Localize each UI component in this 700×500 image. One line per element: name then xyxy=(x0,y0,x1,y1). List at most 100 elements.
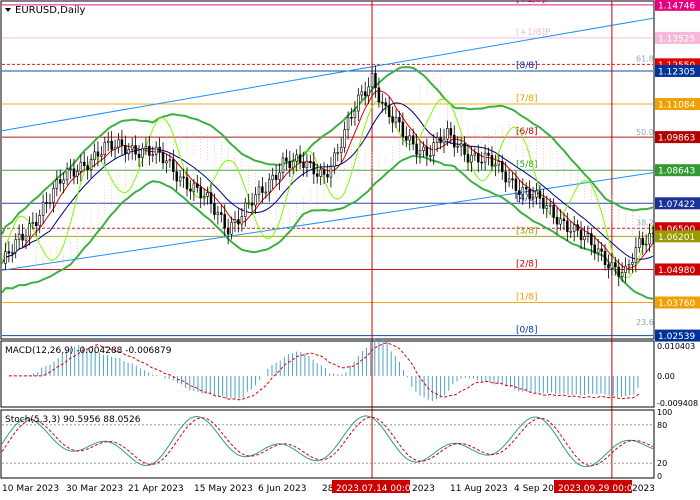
candle-body xyxy=(398,117,401,123)
candle-body xyxy=(89,159,93,171)
candle-body xyxy=(302,162,305,168)
candle-body xyxy=(363,91,367,96)
candle-body xyxy=(384,102,387,106)
candle-body xyxy=(271,174,274,181)
candle-body xyxy=(178,176,182,182)
candle-body xyxy=(329,166,333,178)
candle-body xyxy=(610,262,614,269)
candle-body xyxy=(453,134,456,148)
macd-axis-label: 0.00 xyxy=(657,372,675,381)
candle-body xyxy=(634,247,638,263)
candle-body xyxy=(24,235,28,241)
candle-body xyxy=(14,239,17,253)
candle-body xyxy=(154,146,158,155)
candle-body xyxy=(148,146,151,156)
candle-body xyxy=(309,160,312,163)
candle-body xyxy=(315,173,319,177)
candle-body xyxy=(312,161,316,175)
price-tag-text: 1.03760 xyxy=(658,299,695,309)
candle-body xyxy=(617,266,620,277)
price-tag-text: 1.06201 xyxy=(658,233,695,243)
candle-body xyxy=(576,224,579,231)
candle-body xyxy=(165,160,168,164)
candle-body xyxy=(161,152,165,164)
murrey-label: [7/8] xyxy=(516,94,538,104)
candle-body xyxy=(233,219,237,223)
candle-body xyxy=(35,222,38,227)
murrey-label: [3/8] xyxy=(516,226,538,236)
candle-body xyxy=(466,154,470,163)
candle-body xyxy=(514,178,518,191)
candle-body xyxy=(17,233,21,240)
candle-body xyxy=(137,153,141,158)
candle-body xyxy=(28,223,31,237)
candle-body xyxy=(648,233,651,245)
candle-body xyxy=(579,229,583,241)
candle-body xyxy=(158,146,161,153)
candle-body xyxy=(507,178,511,183)
candle-body xyxy=(538,190,542,199)
candle-body xyxy=(651,232,655,235)
date-label: 2023.09.29 00:00 xyxy=(558,484,639,494)
candle-body xyxy=(435,137,439,143)
candle-body xyxy=(511,178,514,181)
candle-body xyxy=(305,160,309,168)
candle-body xyxy=(336,152,340,154)
trading-chart: [+2/8]P[+1/8]P[8/8][7/8][6/8][5/8][4/8][… xyxy=(0,0,700,500)
date-label: 2023 xyxy=(412,484,435,494)
candle-body xyxy=(644,243,648,246)
candle-body xyxy=(350,117,353,119)
candle-body xyxy=(254,194,257,206)
fibo-label: 50.0 xyxy=(636,128,654,137)
candle-body xyxy=(531,196,535,200)
candle-body xyxy=(124,145,127,154)
candle-body xyxy=(346,117,350,131)
candle-body xyxy=(62,179,65,184)
candle-body xyxy=(288,160,292,169)
candle-body xyxy=(411,135,415,145)
macd-axis-label: -0.009408 xyxy=(657,399,698,408)
candle-body xyxy=(209,192,213,204)
candle-body xyxy=(596,248,600,254)
candle-body xyxy=(48,202,52,204)
candle-body xyxy=(552,204,555,218)
fibo-label: 61.8 xyxy=(636,54,654,63)
candle-body xyxy=(572,224,576,232)
candle-body xyxy=(586,233,590,237)
price-tag-text: 1.14746 xyxy=(658,1,695,11)
candle-body xyxy=(278,172,281,180)
candle-body xyxy=(357,94,360,112)
candle-body xyxy=(106,140,110,143)
macd-title: MACD(12,26,9) -0.004288 -0.006879 xyxy=(5,346,172,356)
candle-body xyxy=(391,116,394,123)
candle-body xyxy=(31,222,35,224)
candle-body xyxy=(244,202,247,217)
candle-body xyxy=(240,216,244,225)
candle-body xyxy=(86,165,89,171)
candle-body xyxy=(494,164,497,167)
fibo-label: 23.6 xyxy=(636,318,654,327)
candle-body xyxy=(65,168,69,181)
murrey-label: [1/8] xyxy=(516,293,538,303)
date-label: 2023 xyxy=(632,484,655,494)
candle-body xyxy=(113,146,117,150)
candle-body xyxy=(408,135,411,141)
candle-body xyxy=(103,142,107,156)
candle-body xyxy=(477,152,480,163)
candle-body xyxy=(545,205,549,209)
candle-body xyxy=(130,145,134,150)
candle-body xyxy=(415,143,418,155)
stoch-axis-label: 100 xyxy=(657,408,672,417)
candle-body xyxy=(230,222,233,235)
candle-body xyxy=(247,202,250,205)
candle-body xyxy=(624,265,627,273)
stoch-axis-label: 20 xyxy=(657,459,667,468)
candle-body xyxy=(638,237,641,248)
candle-body xyxy=(257,186,261,195)
murrey-label: [8/8] xyxy=(516,61,538,71)
candle-body xyxy=(387,105,391,117)
candle-body xyxy=(298,154,302,163)
candle-body xyxy=(504,171,507,183)
candle-body xyxy=(641,237,644,245)
price-tag-text: 1.13525 xyxy=(658,34,695,44)
